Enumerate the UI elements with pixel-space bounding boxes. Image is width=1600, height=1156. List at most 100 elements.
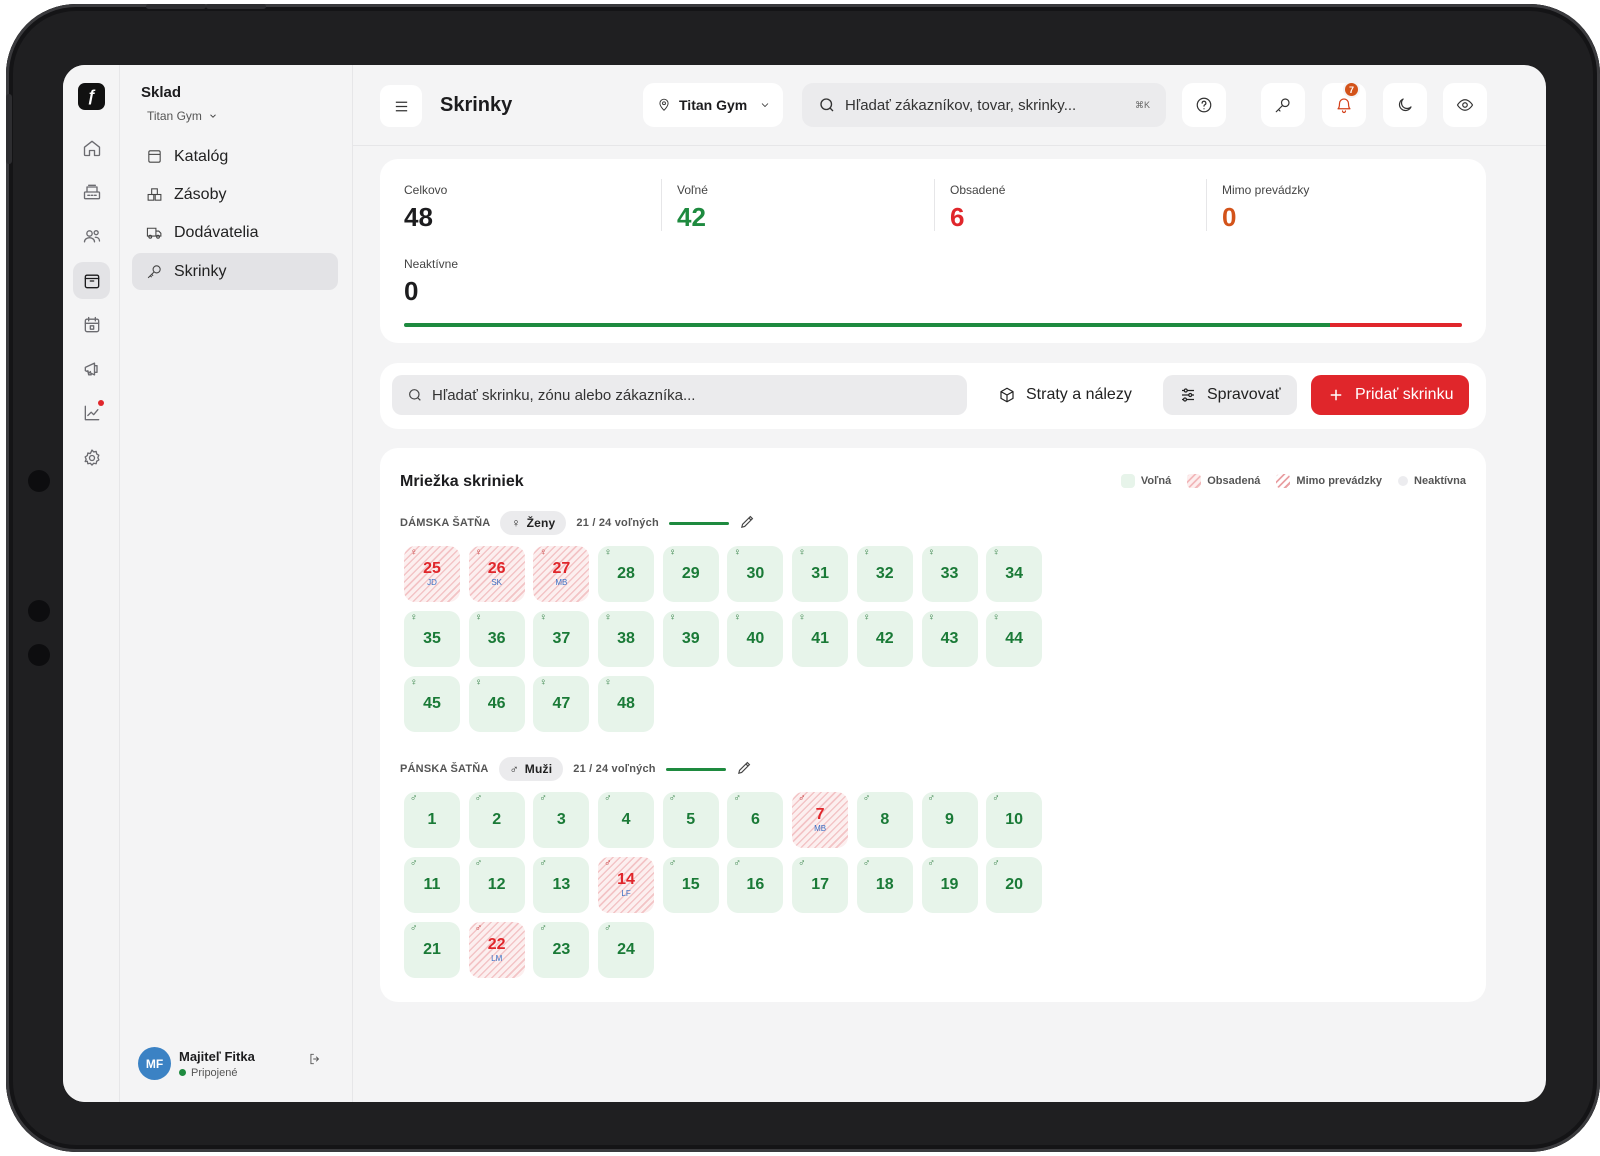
home-icon[interactable] — [73, 129, 110, 166]
locker-11[interactable]: ♂ 11 — [404, 857, 460, 913]
user-profile[interactable]: MF Majiteľ Fitka Pripojené — [138, 1047, 255, 1080]
locker-31[interactable]: ♀ 31 — [792, 546, 849, 602]
settings-icon[interactable] — [73, 439, 110, 476]
add-locker-button[interactable]: Pridať skrinku — [1311, 375, 1470, 415]
locker-47[interactable]: ♀ 47 — [533, 676, 590, 732]
locker-7[interactable]: ♂ 7 MB — [792, 792, 849, 848]
locker-1[interactable]: ♂ 1 — [404, 792, 460, 848]
locker-20[interactable]: ♂ 20 — [986, 857, 1043, 913]
visibility-toggle[interactable] — [1443, 83, 1487, 127]
locker-39[interactable]: ♀ 39 — [662, 611, 719, 667]
female-icon: ♀ — [604, 677, 612, 688]
calendar-icon[interactable] — [73, 306, 110, 343]
register-icon[interactable] — [73, 173, 110, 210]
locker-12[interactable]: ♂ 12 — [468, 857, 525, 913]
locker-44[interactable]: ♀ 44 — [986, 611, 1043, 667]
stat-value: 42 — [677, 202, 706, 232]
menu-button[interactable] — [380, 85, 422, 127]
edit-zone-button[interactable] — [739, 513, 756, 533]
locker-43[interactable]: ♀ 43 — [921, 611, 978, 667]
sensor-2 — [28, 600, 50, 622]
locker-37[interactable]: ♀ 37 — [533, 611, 590, 667]
locker-3[interactable]: ♂ 3 — [533, 792, 590, 848]
locker-5[interactable]: ♂ 5 — [662, 792, 719, 848]
locker-35[interactable]: ♀ 35 — [404, 611, 460, 667]
locker-26[interactable]: ♀ 26 SK — [468, 546, 525, 602]
locker-22[interactable]: ♂ 22 LM — [468, 922, 525, 978]
legend-label: Voľná — [1140, 475, 1172, 487]
locker-29[interactable]: ♀ 29 — [662, 546, 719, 602]
locker-18[interactable]: ♂ 18 — [856, 857, 913, 913]
sidebar-item-suppliers[interactable]: Dodávatelia — [132, 214, 338, 251]
locker-15[interactable]: ♂ 15 — [662, 857, 719, 913]
divider — [1206, 179, 1207, 231]
male-icon: ♂ — [927, 793, 936, 804]
locker-search-placeholder: Hľadať skrinku, zónu alebo zákazníka... — [432, 386, 696, 404]
locker-16[interactable]: ♂ 16 — [727, 857, 784, 913]
locker-42[interactable]: ♀ 42 — [856, 611, 913, 667]
locker-4[interactable]: ♂ 4 — [598, 792, 655, 848]
locker-6[interactable]: ♂ 6 — [727, 792, 784, 848]
locker-34[interactable]: ♀ 34 — [986, 546, 1043, 602]
male-icon: ♂ — [604, 793, 612, 804]
locker-search-input[interactable]: Hľadať skrinku, zónu alebo zákazníka... — [392, 375, 967, 415]
locker-36[interactable]: ♀ 36 — [468, 611, 525, 667]
locker-2[interactable]: ♂ 2 — [468, 792, 525, 848]
locker-10[interactable]: ♂ 10 — [986, 792, 1043, 848]
manage-button[interactable]: Spravovať — [1163, 375, 1297, 415]
locker-40[interactable]: ♀ 40 — [727, 611, 784, 667]
locker-38[interactable]: ♀ 38 — [598, 611, 655, 667]
lost-found-button[interactable]: Straty a nálezy — [982, 375, 1148, 415]
logout-button[interactable] — [308, 1052, 322, 1066]
female-icon: ♀ — [733, 612, 741, 623]
locker-9[interactable]: ♂ 9 — [921, 792, 978, 848]
locker-32[interactable]: ♀ 32 — [856, 546, 913, 602]
locker-8[interactable]: ♂ 8 — [856, 792, 913, 848]
male-icon: ♂ — [862, 793, 871, 804]
locker-48[interactable]: ♀ 48 — [598, 676, 655, 732]
locker-30[interactable]: ♀ 30 — [727, 546, 784, 602]
legend-free: Voľná — [1120, 474, 1172, 488]
locker-28[interactable]: ♀ 28 — [598, 546, 655, 602]
locker-14[interactable]: ♂ 14 LF — [598, 857, 655, 913]
female-icon: ♀ — [539, 677, 547, 688]
locker-33[interactable]: ♀ 33 — [921, 546, 978, 602]
locker-25[interactable]: ♀ 25 JD — [404, 546, 460, 602]
sidebar-item-label: Zásoby — [174, 185, 227, 203]
edit-zone-button[interactable] — [736, 759, 753, 779]
locker-41[interactable]: ♀ 41 — [792, 611, 849, 667]
locker-23[interactable]: ♂ 23 — [533, 922, 590, 978]
inventory-icon[interactable] — [73, 262, 110, 299]
help-button[interactable] — [1182, 83, 1226, 127]
locker-46[interactable]: ♀ 46 — [468, 676, 525, 732]
analytics-icon[interactable] — [73, 394, 110, 431]
locker-21[interactable]: ♂ 21 — [404, 922, 460, 978]
zone-gender-chip[interactable]: ♂ Muži — [498, 757, 564, 781]
logo[interactable]: ƒ — [78, 83, 105, 110]
male-icon: ♂ — [668, 858, 677, 869]
locker-24[interactable]: ♂ 24 — [598, 922, 655, 978]
users-icon[interactable] — [73, 217, 110, 254]
global-search[interactable]: Hľadať zákazníkov, tovar, skrinky... ⌘K — [802, 83, 1166, 127]
search-icon — [820, 98, 834, 112]
dark-mode-toggle[interactable] — [1383, 83, 1427, 127]
female-icon: ♀ — [992, 612, 1000, 623]
zone-gender-chip[interactable]: ♀ Ženy — [500, 511, 567, 535]
locker-27[interactable]: ♀ 27 MB — [533, 546, 590, 602]
locker-number: 16 — [746, 876, 765, 893]
sidebar-item-lockers[interactable]: Skrinky — [132, 253, 338, 290]
locker-45[interactable]: ♀ 45 — [404, 676, 460, 732]
locker-13[interactable]: ♂ 13 — [533, 857, 590, 913]
male-icon: ♂ — [927, 858, 936, 869]
sidebar-item-stock[interactable]: Zásoby — [132, 176, 338, 213]
search-icon — [409, 389, 421, 401]
notifications-button[interactable]: 7 — [1322, 81, 1366, 127]
gym-switcher[interactable]: Titan Gym — [147, 109, 218, 123]
keys-button[interactable] — [1261, 83, 1305, 127]
locker-17[interactable]: ♂ 17 — [792, 857, 849, 913]
legend-swatch — [1276, 474, 1291, 488]
location-select[interactable]: Titan Gym — [643, 83, 783, 127]
sidebar-item-catalog[interactable]: Katalóg — [132, 138, 338, 175]
locker-19[interactable]: ♂ 19 — [921, 857, 978, 913]
megaphone-icon[interactable] — [73, 350, 110, 387]
